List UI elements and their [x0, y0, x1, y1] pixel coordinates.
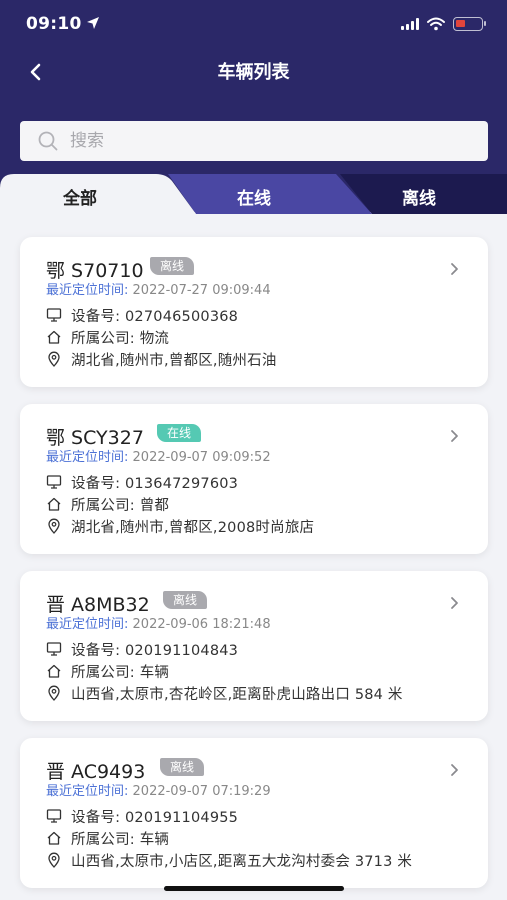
- device-number: 设备号: 013647297603: [71, 475, 239, 492]
- location-address: 山西省,太原市,杏花岭区,距离卧虎山路出口 584 米: [71, 686, 403, 703]
- location-address: 湖北省,随州市,曾都区,随州石油: [71, 352, 277, 369]
- location-row: 湖北省,随州市,曾都区,随州石油: [46, 349, 277, 369]
- time-label: 最近定位时间:: [46, 784, 129, 799]
- tab-bar: 全部 在线 离线: [0, 174, 507, 214]
- status-icons: [401, 16, 486, 32]
- device-number: 设备号: 027046500368: [71, 308, 239, 325]
- time-value: 2022-09-07 07:19:29: [132, 784, 271, 799]
- last-location-time: 最近定位时间: 2022-09-07 09:09:52: [46, 446, 271, 465]
- last-location-time: 最近定位时间: 2022-09-06 18:21:48: [46, 613, 271, 632]
- device-number: 设备号: 020191104955: [71, 809, 239, 826]
- company-name: 所属公司: 车辆: [71, 831, 170, 848]
- device-number: 设备号: 020191104843: [71, 642, 239, 659]
- location-pin-icon: [48, 518, 60, 534]
- home-icon: [47, 831, 61, 845]
- status-badge: 离线: [150, 257, 195, 275]
- page-title: 车辆列表: [217, 62, 290, 83]
- tab-offline[interactable]: 离线: [379, 184, 459, 209]
- device-row: 设备号: 027046500368: [46, 305, 238, 325]
- time-label: 最近定位时间:: [46, 450, 129, 465]
- time-label: 最近定位时间:: [46, 283, 129, 298]
- location-address: 山西省,太原市,小店区,距离五大龙沟村委会 3713 米: [71, 853, 413, 870]
- location-row: 湖北省,随州市,曾都区,2008时尚旅店: [46, 516, 314, 536]
- status-badge: 在线: [157, 424, 202, 442]
- monitor-icon: [46, 642, 62, 656]
- company-name: 所属公司: 曾都: [71, 497, 170, 514]
- monitor-icon: [46, 809, 62, 823]
- monitor-icon: [46, 475, 62, 489]
- home-icon: [47, 497, 61, 511]
- location-address: 湖北省,随州市,曾都区,2008时尚旅店: [71, 519, 315, 536]
- last-location-time: 最近定位时间: 2022-07-27 09:09:44: [46, 279, 271, 298]
- location-row: 山西省,太原市,小店区,距离五大龙沟村委会 3713 米: [46, 850, 412, 870]
- home-icon: [47, 330, 61, 344]
- company-row: 所属公司: 曾都: [46, 494, 169, 514]
- status-badge: 离线: [160, 758, 205, 776]
- search-box[interactable]: [20, 121, 488, 161]
- company-row: 所属公司: 物流: [46, 327, 169, 347]
- company-row: 所属公司: 车辆: [46, 661, 169, 681]
- search-icon: [38, 131, 58, 151]
- tab-all[interactable]: 全部: [40, 184, 120, 209]
- chevron-right-icon: [451, 430, 458, 442]
- vehicle-card[interactable]: 晋 A8MB32 离线 最近定位时间: 2022-09-06 18:21:48 …: [20, 571, 488, 721]
- time-label: 最近定位时间:: [46, 617, 129, 632]
- location-pin-icon: [48, 852, 60, 868]
- signal-icon: [401, 18, 419, 30]
- vehicle-card[interactable]: 鄂 S70710 离线 最近定位时间: 2022-07-27 09:09:44 …: [20, 237, 488, 387]
- last-location-time: 最近定位时间: 2022-09-07 07:19:29: [46, 780, 271, 799]
- company-row: 所属公司: 车辆: [46, 828, 169, 848]
- status-badge: 离线: [163, 591, 208, 609]
- tab-online[interactable]: 在线: [214, 184, 294, 209]
- company-name: 所属公司: 物流: [71, 330, 170, 347]
- company-name: 所属公司: 车辆: [71, 664, 170, 681]
- home-indicator[interactable]: [164, 886, 344, 891]
- chevron-right-icon: [451, 597, 458, 609]
- status-bar: 09:10: [0, 0, 507, 48]
- chevron-right-icon: [451, 764, 458, 776]
- time-value: 2022-09-06 18:21:48: [132, 617, 271, 632]
- wifi-icon: [427, 17, 445, 31]
- device-row: 设备号: 020191104955: [46, 806, 238, 826]
- search-input[interactable]: [70, 121, 470, 161]
- device-row: 设备号: 013647297603: [46, 472, 238, 492]
- location-arrow-icon: [87, 17, 99, 29]
- home-icon: [47, 664, 61, 678]
- time-value: 2022-09-07 09:09:52: [132, 450, 271, 465]
- vehicle-card[interactable]: 鄂 SCY327 在线 最近定位时间: 2022-09-07 09:09:52 …: [20, 404, 488, 554]
- location-pin-icon: [48, 685, 60, 701]
- chevron-right-icon: [451, 263, 458, 275]
- location-pin-icon: [48, 351, 60, 367]
- status-time: 09:10: [26, 14, 82, 34]
- monitor-icon: [46, 308, 62, 322]
- device-row: 设备号: 020191104843: [46, 639, 238, 659]
- vehicle-card[interactable]: 晋 AC9493 离线 最近定位时间: 2022-09-07 07:19:29 …: [20, 738, 488, 888]
- time-value: 2022-07-27 09:09:44: [132, 283, 271, 298]
- battery-icon: [453, 17, 486, 31]
- location-row: 山西省,太原市,杏花岭区,距离卧虎山路出口 584 米: [46, 683, 403, 703]
